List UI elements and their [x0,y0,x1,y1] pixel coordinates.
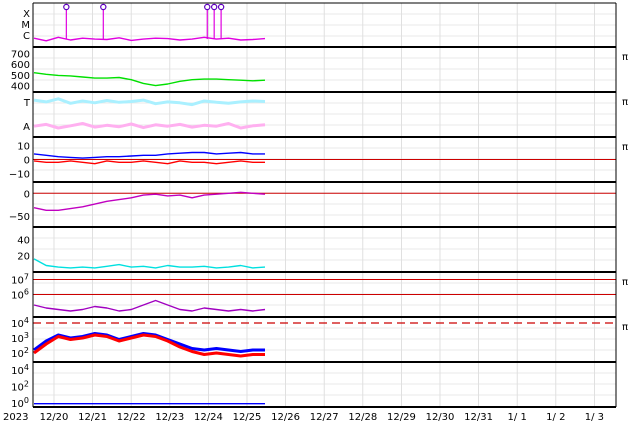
x-tick-label: 12/30 [426,412,455,423]
y-tick-label: 102 [11,346,29,360]
x-tick-label: 12/31 [464,412,493,423]
y-tick-label: 104 [11,316,29,330]
series-line [33,151,265,159]
right-label: π [622,322,628,333]
x-tick-label: 12/23 [155,412,184,423]
series-line [33,160,265,165]
x-tick-label: 12/26 [271,412,300,423]
y-tick-label: 500 [11,71,30,82]
y-tick-label: −10 [9,170,30,181]
series-line [33,36,266,42]
series-line [33,299,266,312]
space-weather-chart: 12/20 12/21 12/22 12/23 12/24 12/25 12/26 12/27… [0,0,634,424]
y-tick-label: T [23,98,31,109]
right-label: π [622,52,628,63]
x-tick-label: 1/ 2 [546,412,565,423]
y-tick-label: 700 [11,49,30,60]
y-tick-label: −50 [9,212,30,223]
y-tick-label: 102 [11,380,29,394]
y-tick-label: 0 [24,156,30,167]
y-tick-label: 104 [11,363,29,377]
flare-marker [217,3,225,11]
series-line [33,97,266,107]
chart-canvas: 12/20 12/21 12/22 12/23 12/24 12/25 12/26 12/27… [3,2,628,423]
y-tick-label: X [23,9,30,20]
x-tick-label: 12/22 [117,412,146,423]
x-tick-label: 1/ 1 [508,412,527,423]
y-tick-label: 107 [11,273,29,287]
y-tick-label: 0 [24,189,30,200]
x-start-label: 2023 [3,412,28,423]
x-tick-label: 12/25 [233,412,262,423]
x-tick-label: 1/ 3 [585,412,604,423]
y-tick-label: 400 [11,82,30,93]
x-tick-label: 12/27 [310,412,339,423]
flare-marker [63,3,70,11]
flare-marker [204,3,211,11]
y-tick-label: 100 [11,396,29,410]
y-tick-label: 40 [17,235,30,246]
y-tick-label: A [23,122,30,133]
flare-marker [100,3,107,11]
y-tick-label: 10 [17,141,30,152]
right-label: π [622,277,628,288]
x-tick-label: 12/20 [40,412,69,423]
series-line [33,333,265,358]
series-line [33,191,266,211]
x-tick-label: 12/29 [387,412,416,423]
y-tick-label: 20 [17,252,30,263]
x-tick-label: 12/21 [78,412,107,423]
y-tick-label: 600 [11,60,30,71]
y-tick-label: C [23,31,30,42]
series-line [33,72,266,87]
series-line [33,122,266,130]
x-tick-label: 12/28 [348,412,377,423]
y-tick-label: 106 [11,288,29,302]
y-tick-label: 103 [11,331,29,345]
y-tick-label: M [21,20,30,31]
right-label: π [622,97,628,108]
right-label: π [622,142,628,153]
flare-marker [210,3,218,11]
x-tick-label: 12/24 [194,412,223,423]
